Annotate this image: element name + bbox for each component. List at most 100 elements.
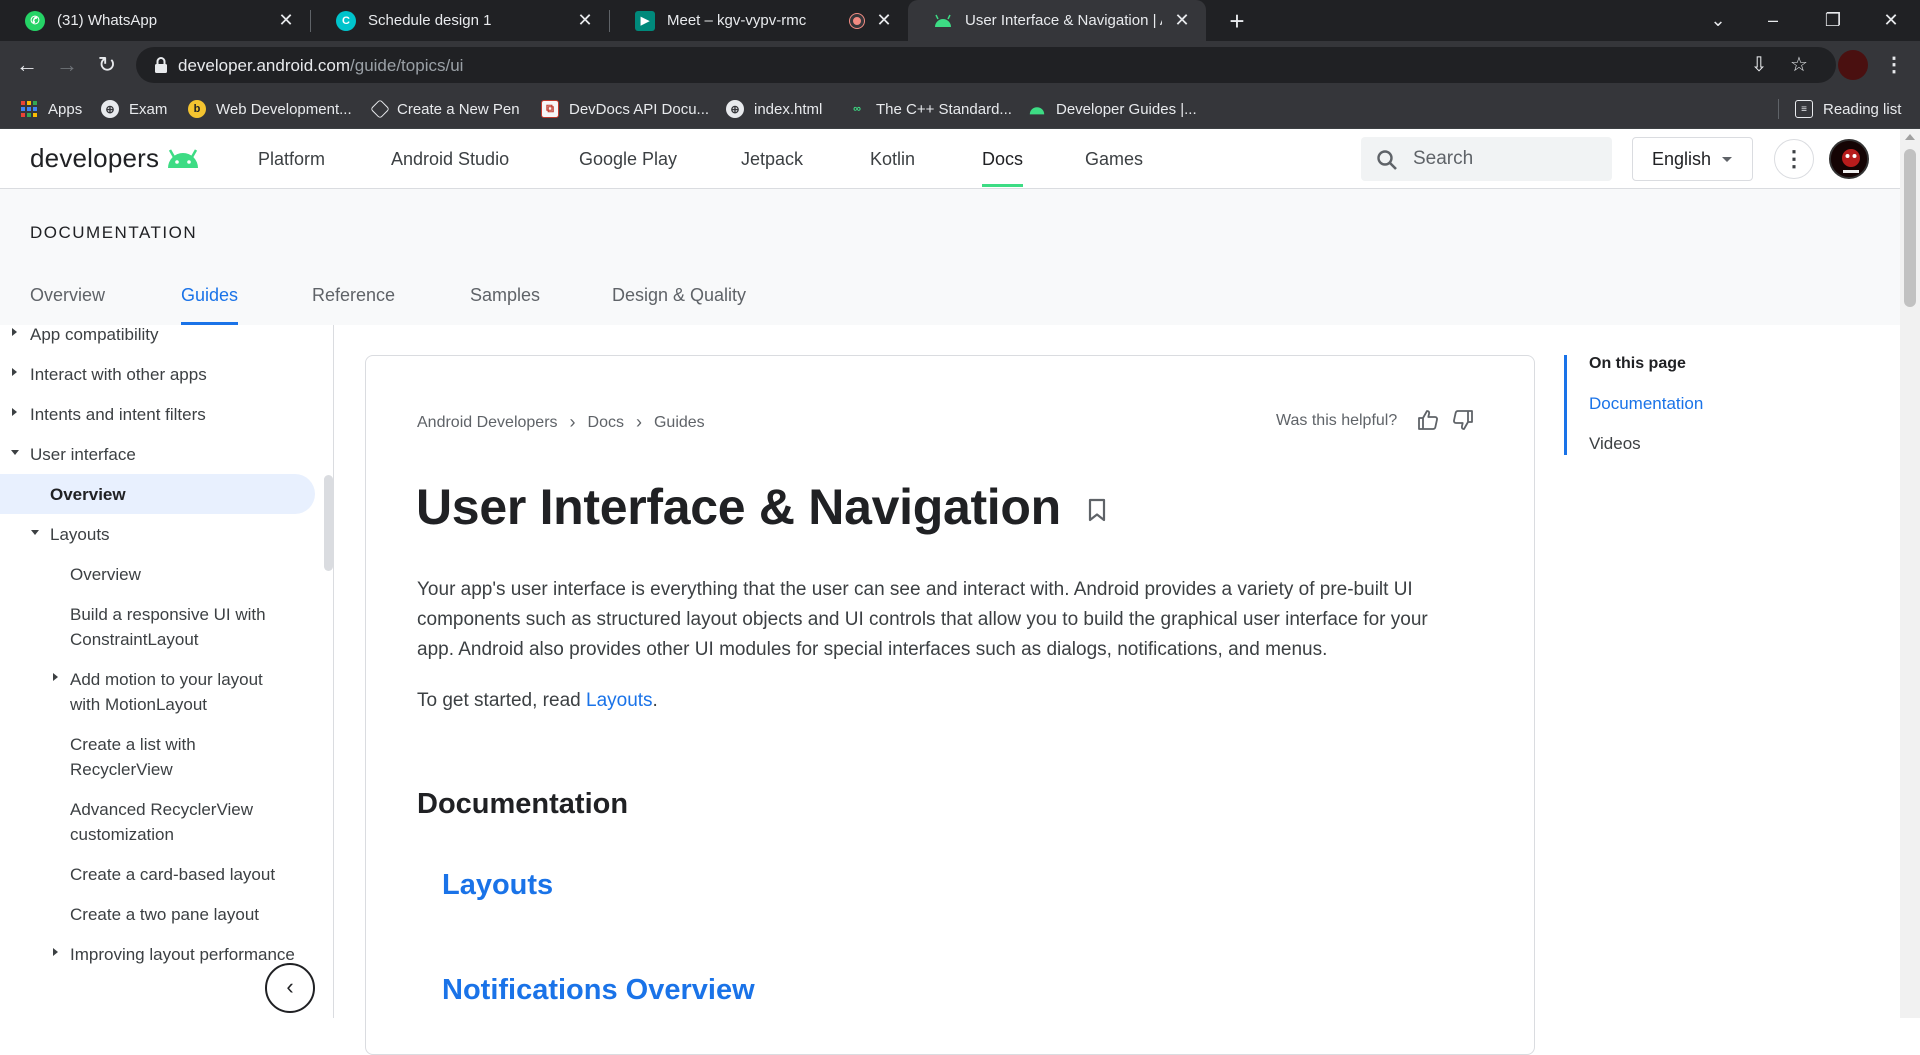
sidebar-item-constraintlayout[interactable]: Build a responsive UI with ConstraintLay…: [70, 602, 295, 652]
layouts-link[interactable]: Layouts: [442, 869, 553, 902]
scroll-up-icon[interactable]: [1905, 134, 1915, 140]
tab-samples[interactable]: Samples: [470, 285, 540, 325]
browser-tab-android-ui[interactable]: User Interface & Navigation | Ar ✕: [908, 0, 1206, 41]
bookmark-apps[interactable]: Apps: [20, 89, 82, 129]
bookmark-exam[interactable]: ⊕ Exam: [101, 89, 167, 129]
new-tab-button[interactable]: +: [1222, 6, 1252, 36]
bookmark-developer-guides[interactable]: Developer Guides |...: [1028, 89, 1197, 129]
bookmark-web-development[interactable]: b Web Development...: [188, 89, 352, 129]
toc-item-documentation[interactable]: Documentation: [1589, 394, 1703, 414]
page-title: User Interface & Navigation: [416, 479, 1061, 535]
nav-google-play[interactable]: Google Play: [579, 129, 677, 189]
sidebar-item-user-interface[interactable]: User interface: [30, 442, 136, 467]
sidebar-item-advanced-recyclerview[interactable]: Advanced RecyclerView customization: [70, 797, 295, 847]
developers-logo[interactable]: developers: [30, 143, 200, 174]
bookmark-codepen[interactable]: Create a New Pen: [370, 89, 520, 129]
canva-icon: C: [336, 10, 356, 31]
sidebar-scrollbar[interactable]: [324, 475, 333, 571]
android-icon: [1028, 100, 1046, 118]
layouts-inline-link[interactable]: Layouts: [586, 690, 653, 711]
tab-overview[interactable]: Overview: [30, 285, 105, 325]
breadcrumb-docs[interactable]: Docs: [588, 414, 624, 432]
lock-icon: [155, 57, 167, 73]
language-select[interactable]: English: [1632, 137, 1753, 181]
nav-docs[interactable]: Docs: [982, 129, 1024, 187]
expand-arrow-icon[interactable]: [12, 368, 17, 376]
bookmark-devdocs[interactable]: ⧉ DevDocs API Docu...: [541, 89, 709, 129]
sidebar-item-motionlayout[interactable]: Add motion to your layout with MotionLay…: [70, 667, 295, 717]
more-options-button[interactable]: ⋮: [1774, 139, 1814, 179]
reload-icon[interactable]: ↻: [91, 49, 123, 81]
tab-design-quality[interactable]: Design & Quality: [612, 285, 746, 325]
back-icon[interactable]: ←: [11, 49, 43, 81]
expand-arrow-icon[interactable]: [53, 673, 58, 681]
bookmark-index-html[interactable]: ⊕ index.html: [726, 89, 822, 129]
tab-title: Schedule design 1: [368, 12, 492, 29]
breadcrumb-android-developers[interactable]: Android Developers: [417, 414, 558, 432]
nav-jetpack[interactable]: Jetpack: [741, 129, 803, 189]
sidebar-item-layout-performance[interactable]: Improving layout performance: [70, 942, 295, 967]
tab-reference[interactable]: Reference: [312, 285, 395, 325]
left-sidebar-nav: App compatibility Interact with other ap…: [0, 325, 334, 1018]
page-scrollbar[interactable]: [1900, 129, 1920, 1018]
collapse-arrow-icon[interactable]: [11, 450, 19, 455]
expand-arrow-icon[interactable]: [12, 328, 17, 336]
close-tab-icon[interactable]: ✕: [874, 10, 894, 30]
search-box[interactable]: Search: [1361, 137, 1612, 181]
url-domain: developer.android.com: [178, 56, 351, 75]
documentation-heading: Documentation: [417, 788, 629, 820]
sidebar-item-card-layout[interactable]: Create a card-based layout: [70, 862, 275, 887]
close-tab-icon[interactable]: ✕: [276, 10, 296, 30]
reading-list-button[interactable]: ≡ Reading list: [1795, 89, 1901, 129]
notifications-overview-link[interactable]: Notifications Overview: [442, 974, 755, 1007]
breadcrumb-guides[interactable]: Guides: [654, 414, 705, 432]
recording-icon: [850, 14, 864, 28]
profile-avatar-icon[interactable]: [1838, 50, 1868, 80]
nav-kotlin[interactable]: Kotlin: [870, 129, 915, 189]
toc-item-videos[interactable]: Videos: [1589, 434, 1641, 454]
expand-arrow-icon[interactable]: [53, 948, 58, 956]
browser-menu-icon[interactable]: ⋮: [1878, 49, 1910, 81]
article-card: Android Developers › Docs › Guides Was t…: [365, 355, 1535, 1055]
sidebar-item-overview-selected[interactable]: Overview: [50, 482, 126, 507]
sidebar-item-intents[interactable]: Intents and intent filters: [30, 402, 206, 427]
nav-android-studio[interactable]: Android Studio: [391, 129, 509, 189]
sidebar-item-layouts-overview[interactable]: Overview: [70, 562, 141, 587]
collapse-sidebar-button[interactable]: ‹: [265, 963, 315, 1013]
bookmark-icon[interactable]: [1088, 498, 1106, 522]
browser-tab-whatsapp[interactable]: ✆ (31) WhatsApp ✕: [0, 0, 310, 41]
browser-tab-meet[interactable]: ▶ Meet – kgv-vypv-rmc ✕: [610, 0, 908, 41]
install-icon[interactable]: ⇩: [1743, 49, 1775, 81]
thumb-up-icon[interactable]: [1416, 408, 1440, 432]
nav-platform[interactable]: Platform: [258, 129, 325, 189]
browser-tab-canva[interactable]: C Schedule design 1 ✕: [311, 0, 609, 41]
sidebar-item-interact-other-apps[interactable]: Interact with other apps: [30, 362, 207, 387]
page-scrollbar-thumb[interactable]: [1904, 149, 1916, 307]
restore-icon[interactable]: ❐: [1813, 4, 1853, 36]
intro-paragraph: Your app's user interface is everything …: [417, 579, 1428, 660]
collapse-arrow-icon[interactable]: [31, 530, 39, 535]
tab-search-icon[interactable]: ⌄: [1698, 4, 1738, 36]
address-bar[interactable]: developer.android.com/guide/topics/ui ⇩ …: [136, 47, 1836, 83]
minimize-icon[interactable]: –: [1753, 4, 1793, 36]
selected-item-highlight: [0, 474, 315, 514]
thumb-down-icon[interactable]: [1451, 408, 1475, 432]
bookmark-label: index.html: [754, 100, 823, 118]
sidebar-item-two-pane-layout[interactable]: Create a two pane layout: [70, 902, 259, 927]
nav-games[interactable]: Games: [1085, 129, 1143, 189]
tab-guides[interactable]: Guides: [181, 285, 239, 325]
close-window-icon[interactable]: ✕: [1871, 4, 1911, 36]
close-tab-icon[interactable]: ✕: [575, 10, 595, 30]
forward-icon[interactable]: →: [51, 49, 83, 81]
sidebar-item-layouts[interactable]: Layouts: [50, 522, 110, 547]
bookmark-cpp-standard[interactable]: ∞ The C++ Standard...: [848, 89, 1012, 129]
bookmark-star-icon[interactable]: ☆: [1783, 49, 1815, 81]
sidebar-item-recyclerview[interactable]: Create a list with RecyclerView: [70, 732, 295, 782]
close-tab-icon[interactable]: ✕: [1172, 10, 1192, 30]
avatar[interactable]: [1829, 139, 1869, 179]
get-started-text: To get started, read: [417, 690, 586, 711]
expand-arrow-icon[interactable]: [12, 408, 17, 416]
toc-title: On this page: [1589, 355, 1686, 372]
tab-title: User Interface & Navigation | Ar: [965, 12, 1162, 29]
sidebar-item-app-compatibility[interactable]: App compatibility: [30, 325, 159, 347]
